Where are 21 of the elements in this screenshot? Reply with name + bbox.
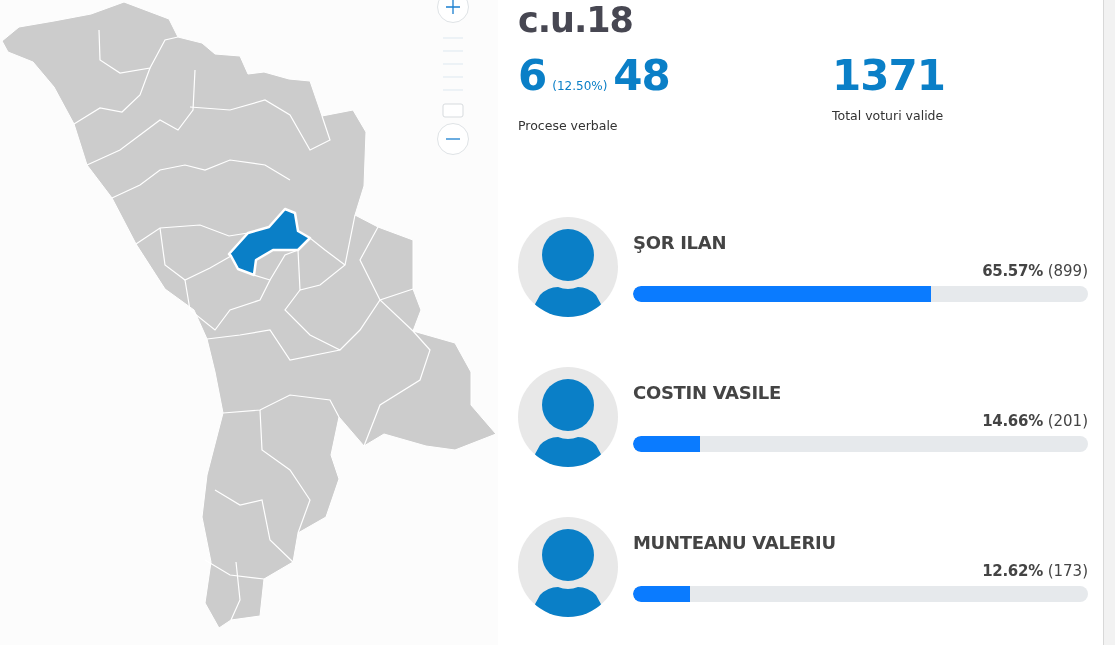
constituency-title: c.u.18 [518, 0, 634, 40]
avatar-icon [518, 217, 618, 317]
slider-handle[interactable] [442, 103, 464, 118]
avatar-icon [518, 367, 618, 467]
vote-result: 65.57% (899) [982, 262, 1088, 280]
stat-label: Procese verbale [518, 118, 618, 133]
vote-total: 1371 [832, 52, 945, 100]
minus-icon [446, 138, 460, 140]
zoom-out-button[interactable] [437, 123, 469, 155]
stat-label: Total voturi valide [832, 108, 944, 123]
candidate-name: ŞOR ILAN [633, 232, 728, 254]
candidate-name: COSTIN VASILE [633, 382, 782, 404]
candidate-name: MUNTEANU VALERIU [633, 532, 837, 554]
vote-result: 14.66% (201) [982, 412, 1088, 430]
zoom-in-button[interactable] [437, 0, 469, 23]
counted-count: 6 [518, 52, 547, 100]
counted-percent: (12.50%) [552, 78, 608, 95]
avatar-icon [518, 517, 618, 617]
plus-icon [446, 0, 460, 14]
total-count: 48 [613, 52, 670, 100]
vote-result: 12.62% (173) [982, 562, 1088, 580]
